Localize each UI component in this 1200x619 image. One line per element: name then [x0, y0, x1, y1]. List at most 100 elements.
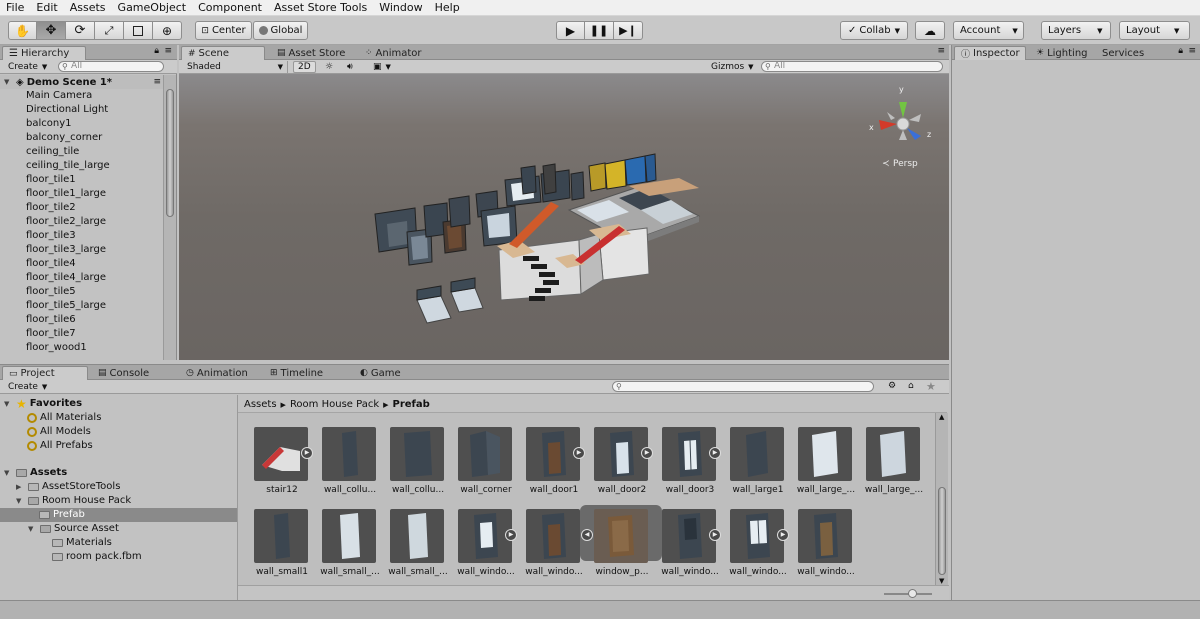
folder-source-asset[interactable]: ▼ Source Asset — [28, 522, 119, 536]
expand-prefab-icon[interactable]: ▶ — [641, 447, 653, 459]
asset-item[interactable]: wall_small_... — [319, 509, 381, 583]
asset-item[interactable]: ▶ wall_door3 — [659, 427, 721, 501]
hierarchy-item[interactable]: floor_tile2 — [26, 201, 76, 215]
hierarchy-item[interactable]: Main Camera — [26, 89, 92, 103]
hierarchy-item[interactable]: floor_tile6 — [26, 313, 76, 327]
tab-hierarchy[interactable]: ☰ Hierarchy — [2, 46, 86, 60]
step-button[interactable]: ▶❙ — [614, 21, 643, 40]
hierarchy-item[interactable]: balcony_corner — [26, 131, 102, 145]
gizmos-dropdown[interactable]: Gizmos ▼ — [707, 61, 758, 73]
collab-dropdown[interactable]: ✓ Collab ▼ — [840, 21, 908, 40]
asset-grid-scrollbar[interactable]: ▲ ▼ — [935, 413, 948, 585]
panel-menu-icon[interactable]: ≡ — [1188, 46, 1196, 56]
hierarchy-search-input[interactable]: ⚲ All — [58, 61, 164, 72]
menu-help[interactable]: Help — [429, 0, 466, 16]
expand-arrow-icon[interactable]: ▶ — [16, 480, 25, 494]
expand-arrow-icon[interactable]: ▼ — [4, 466, 13, 480]
lock-icon[interactable]: 🔒︎ — [1178, 46, 1183, 56]
asset-item[interactable]: ▶ stair12 — [251, 427, 313, 501]
asset-item[interactable]: wall_small_... — [387, 509, 449, 583]
asset-item[interactable]: ▶ wall_door2 — [591, 427, 653, 501]
play-button[interactable]: ▶ — [556, 21, 585, 40]
global-space-toggle[interactable]: Global — [253, 21, 308, 40]
expand-prefab-icon[interactable]: ▶ — [709, 447, 721, 459]
favorite-all-models[interactable]: All Models — [27, 425, 91, 439]
hand-tool-button[interactable]: ✋ — [8, 21, 37, 40]
shading-mode-dropdown[interactable]: Shaded ▼ — [183, 61, 288, 73]
hierarchy-scrollbar[interactable] — [163, 75, 176, 360]
tab-timeline[interactable]: ⊞ Timeline — [264, 366, 329, 380]
audio-toggle[interactable]: 🔊︎ — [343, 61, 357, 73]
layers-dropdown[interactable]: Layers ▼ — [1041, 21, 1111, 40]
tab-lighting[interactable]: ☀ Lighting — [1030, 46, 1094, 60]
tab-scene[interactable]: # Scene — [181, 46, 265, 60]
scale-tool-button[interactable]: ⤢ — [95, 21, 124, 40]
hierarchy-item[interactable]: floor_tile2_large — [26, 215, 106, 229]
favorite-all-prefabs[interactable]: All Prefabs — [27, 439, 93, 453]
cloud-button[interactable]: ☁ — [915, 21, 945, 40]
scene-root-item[interactable]: ▼ ◈ Demo Scene 1* ≡ — [0, 75, 165, 89]
breadcrumb-item[interactable]: Assets — [244, 399, 277, 410]
folder-asset-store-tools[interactable]: ▶ AssetStoreTools — [16, 480, 120, 494]
favorite-star-icon[interactable]: ★ — [926, 380, 936, 393]
expand-arrow-icon[interactable]: ▼ — [4, 397, 13, 411]
hierarchy-item[interactable]: floor_wood1 — [26, 341, 87, 355]
filter-by-label-icon[interactable]: ⌂ — [908, 381, 914, 391]
asset-item[interactable]: ▶ wall_door1 — [523, 427, 585, 501]
transform-tool-button[interactable]: ⊕ — [153, 21, 182, 40]
hierarchy-item[interactable]: floor_tile4_large — [26, 271, 106, 285]
scene-viewport[interactable]: y x z ≺ Persp — [179, 74, 949, 360]
asset-item[interactable]: wall_collu... — [319, 427, 381, 501]
folder-room-house-pack[interactable]: ▼ Room House Pack — [16, 494, 131, 508]
expand-arrow-icon[interactable]: ▼ — [4, 78, 13, 86]
expand-prefab-icon[interactable]: ▶ — [505, 529, 517, 541]
asset-item[interactable]: wall_windo... — [795, 509, 857, 583]
lock-icon[interactable]: 🔒︎ — [154, 46, 159, 56]
pause-button[interactable]: ❚❚ — [585, 21, 614, 40]
tab-inspector[interactable]: ⓘ Inspector — [954, 46, 1026, 60]
tab-console[interactable]: ▤ Console — [92, 366, 155, 380]
menu-gameobject[interactable]: GameObject — [112, 0, 193, 16]
rect-tool-button[interactable] — [124, 21, 153, 40]
tab-animation[interactable]: ◷ Animation — [180, 366, 254, 380]
hierarchy-item[interactable]: floor_tile5_large — [26, 299, 106, 313]
persp-label[interactable]: Persp — [893, 159, 918, 169]
menu-assets[interactable]: Assets — [64, 0, 112, 16]
asset-item[interactable]: ▶ wall_windo... — [659, 509, 721, 583]
asset-item[interactable]: ▶ wall_windo... — [727, 509, 789, 583]
hierarchy-item[interactable]: ceiling_tile — [26, 145, 79, 159]
slider-handle[interactable] — [908, 589, 917, 598]
scroll-up-icon[interactable]: ▲ — [939, 413, 944, 421]
tab-animator[interactable]: ⁘ Animator — [359, 46, 428, 60]
effects-dropdown[interactable]: ▣ ▼ — [369, 61, 395, 73]
hierarchy-create-dropdown[interactable]: Create ▼ — [4, 61, 51, 73]
asset-item[interactable]: wall_large1 — [727, 427, 789, 501]
asset-item[interactable]: wall_small1 — [251, 509, 313, 583]
account-dropdown[interactable]: Account ▼ — [953, 21, 1024, 40]
favorites-header[interactable]: ▼ ★ Favorites — [4, 397, 82, 411]
expand-prefab-icon[interactable]: ▶ — [709, 529, 721, 541]
hierarchy-item[interactable]: balcony1 — [26, 117, 72, 131]
lighting-toggle[interactable]: ☼ — [321, 61, 337, 73]
layout-dropdown[interactable]: Layout ▼ — [1119, 21, 1190, 40]
hierarchy-item[interactable]: Directional Light — [26, 103, 108, 117]
asset-item[interactable]: wall_large_... — [863, 427, 925, 501]
expand-arrow-icon[interactable]: ▼ — [28, 522, 37, 536]
collapse-prefab-icon[interactable]: ◀ — [581, 529, 593, 541]
asset-item[interactable]: ▶ wall_windo... — [455, 509, 517, 583]
project-search-input[interactable]: ⚲ — [612, 381, 874, 392]
folder-prefab-selected[interactable]: Prefab — [0, 508, 237, 522]
expand-arrow-icon[interactable]: ▼ — [16, 494, 25, 508]
hierarchy-item[interactable]: floor_tile5 — [26, 285, 76, 299]
perspective-icon[interactable]: ≺ — [882, 159, 890, 169]
panel-menu-icon[interactable]: ≡ — [164, 46, 172, 56]
expand-prefab-icon[interactable]: ▶ — [573, 447, 585, 459]
scene-menu-icon[interactable]: ≡ — [153, 77, 161, 87]
menu-window[interactable]: Window — [373, 0, 428, 16]
menu-file[interactable]: File — [0, 0, 30, 16]
pivot-center-toggle[interactable]: ⊡ Center — [195, 21, 252, 40]
hierarchy-item[interactable]: floor_tile3 — [26, 229, 76, 243]
breadcrumb-item[interactable]: Room House Pack — [290, 399, 379, 410]
2d-toggle[interactable]: 2D — [293, 61, 316, 73]
asset-item[interactable]: wall_large_... — [795, 427, 857, 501]
